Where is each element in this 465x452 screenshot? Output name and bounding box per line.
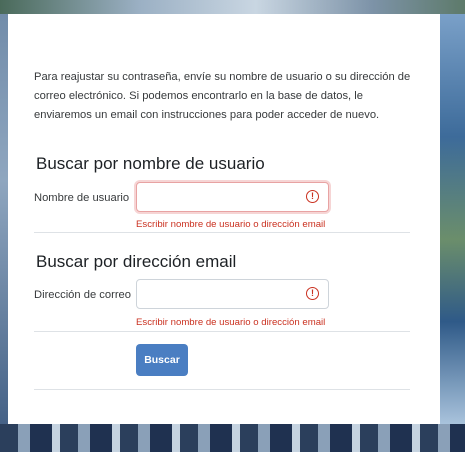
username-label: Nombre de usuario [34,192,130,204]
search-button[interactable]: Buscar [136,344,188,376]
exclamation-circle-icon: ! [306,190,319,203]
email-section-title: Buscar por dirección email [36,252,237,271]
username-input[interactable]: ! [136,182,329,212]
exclamation-circle-icon: ! [306,287,319,300]
username-section-title: Buscar por nombre de usuario [36,154,265,173]
password-reset-card: Para reajustar su contraseña, envíe su n… [8,14,440,424]
email-label: Dirección de correo [34,289,132,301]
background-photo-right [440,14,465,424]
divider [34,331,410,332]
divider [34,389,410,390]
background-photo-top [0,0,465,14]
username-error: Escribir nombre de usuario o dirección e… [136,219,326,230]
intro-text: Para reajustar su contraseña, envíe su n… [34,71,411,121]
divider [34,232,410,233]
email-input[interactable]: ! [136,279,329,309]
background-photo-bottom [0,424,465,452]
email-error: Escribir nombre de usuario o dirección e… [136,317,326,328]
